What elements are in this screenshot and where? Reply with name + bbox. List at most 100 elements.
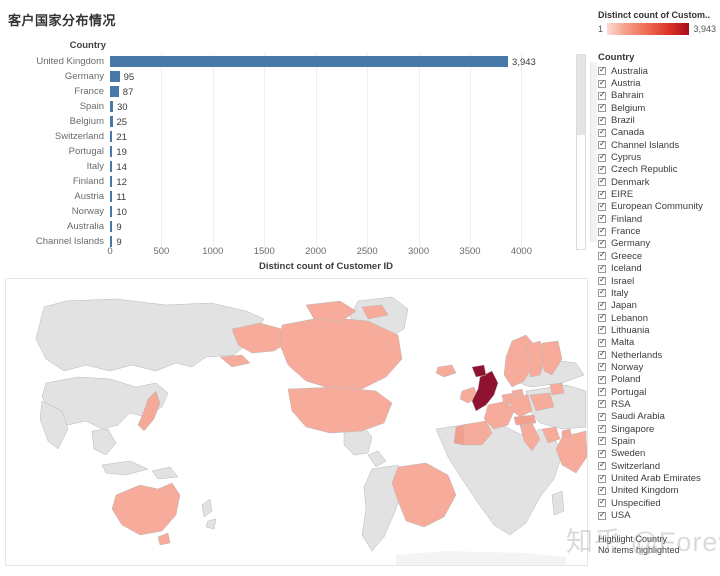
checkbox-checked-icon[interactable]: [598, 448, 606, 458]
country-filter-item[interactable]: Saudi Arabia: [598, 411, 718, 423]
country-filter-item[interactable]: Malta: [598, 337, 718, 349]
checkbox-checked-icon[interactable]: [598, 102, 606, 113]
country-filter-item[interactable]: United Kingdom: [598, 485, 718, 497]
bar-fill[interactable]: [110, 191, 113, 202]
checkbox-checked-icon[interactable]: [598, 398, 606, 409]
checkbox-checked-icon[interactable]: [598, 411, 606, 421]
country-filter-item[interactable]: Australia: [598, 65, 718, 77]
checkbox-checked-icon[interactable]: [598, 349, 606, 360]
country-filter-item[interactable]: Austria: [598, 77, 718, 89]
checkbox-checked-icon[interactable]: [598, 374, 606, 384]
checkbox-checked-icon[interactable]: [598, 189, 606, 199]
checkbox-checked-icon[interactable]: [598, 324, 606, 335]
country-filter-item[interactable]: Finland: [598, 213, 718, 225]
bar-fill[interactable]: [110, 176, 113, 187]
world-map[interactable]: [5, 278, 588, 566]
country-filter-item[interactable]: Norway: [598, 361, 718, 373]
country-filter-item[interactable]: Canada: [598, 127, 718, 139]
country-highlighter[interactable]: Highlight Country No items highlighted: [598, 534, 718, 555]
country-filter-item[interactable]: Italy: [598, 287, 718, 299]
country-filter-item[interactable]: Portugal: [598, 386, 718, 398]
bar-chart-scrollbar[interactable]: [576, 54, 586, 250]
checkbox-checked-icon[interactable]: [598, 386, 606, 397]
country-filter-item[interactable]: Denmark: [598, 176, 718, 188]
checkbox-checked-icon[interactable]: [598, 226, 606, 236]
checkbox-checked-icon[interactable]: [598, 127, 606, 137]
checkbox-checked-icon[interactable]: [598, 473, 606, 483]
checkbox-checked-icon[interactable]: [598, 164, 606, 174]
country-filter-item[interactable]: European Community: [598, 201, 718, 213]
country-filter-item[interactable]: Lebanon: [598, 312, 718, 324]
bar-row[interactable]: Belgium 25: [0, 114, 580, 129]
bar-row[interactable]: Germany 95: [0, 69, 580, 84]
country-filter-item[interactable]: Lithuania: [598, 324, 718, 336]
bar-row[interactable]: Australia 9: [0, 219, 580, 234]
bar-row[interactable]: Switzerland 21: [0, 129, 580, 144]
country-filter-item[interactable]: Japan: [598, 300, 718, 312]
checkbox-checked-icon[interactable]: [598, 250, 606, 261]
country-filter-item[interactable]: Brazil: [598, 114, 718, 126]
checkbox-checked-icon[interactable]: [598, 287, 606, 298]
country-filter-scrollbar[interactable]: [590, 62, 597, 242]
bar-fill[interactable]: [110, 161, 113, 172]
checkbox-checked-icon[interactable]: [598, 78, 606, 88]
bar-fill[interactable]: [110, 86, 119, 97]
checkbox-checked-icon[interactable]: [598, 90, 606, 100]
country-filter-item[interactable]: United Arab Emirates: [598, 472, 718, 484]
checkbox-checked-icon[interactable]: [598, 115, 606, 125]
country-filter-item[interactable]: France: [598, 225, 718, 237]
bar-fill[interactable]: [110, 71, 120, 82]
bar-fill[interactable]: [110, 131, 113, 142]
bar-row[interactable]: France 87: [0, 84, 580, 99]
checkbox-checked-icon[interactable]: [598, 337, 606, 347]
bar-fill[interactable]: [110, 146, 113, 157]
checkbox-checked-icon[interactable]: [598, 460, 606, 471]
country-filter-item[interactable]: Poland: [598, 374, 718, 386]
checkbox-checked-icon[interactable]: [598, 176, 606, 187]
bar-row[interactable]: Portugal 19: [0, 144, 580, 159]
checkbox-checked-icon[interactable]: [598, 497, 606, 508]
country-filter-item[interactable]: Greece: [598, 250, 718, 262]
checkbox-checked-icon[interactable]: [598, 312, 606, 323]
country-filter-item[interactable]: USA: [598, 509, 718, 521]
country-filter-item[interactable]: Unspecified: [598, 497, 718, 509]
country-filter-item[interactable]: Germany: [598, 238, 718, 250]
country-filter-item[interactable]: Spain: [598, 435, 718, 447]
country-filter-item[interactable]: EIRE: [598, 188, 718, 200]
checkbox-checked-icon[interactable]: [598, 65, 606, 76]
bar-fill[interactable]: [110, 56, 509, 67]
country-filter-item[interactable]: Belgium: [598, 102, 718, 114]
checkbox-checked-icon[interactable]: [598, 139, 606, 150]
bar-fill[interactable]: [110, 206, 113, 217]
bar-row[interactable]: Spain 30: [0, 99, 580, 114]
bar-fill[interactable]: [110, 116, 113, 127]
checkbox-checked-icon[interactable]: [598, 201, 606, 211]
bar-fill[interactable]: [110, 101, 114, 112]
country-filter-item[interactable]: Iceland: [598, 263, 718, 275]
checkbox-checked-icon[interactable]: [598, 152, 606, 162]
country-filter-item[interactable]: Czech Republic: [598, 164, 718, 176]
checkbox-checked-icon[interactable]: [598, 238, 606, 248]
country-filter-item[interactable]: Channel Islands: [598, 139, 718, 151]
country-filter-item[interactable]: Switzerland: [598, 460, 718, 472]
country-filter-item[interactable]: Israel: [598, 275, 718, 287]
bar-row[interactable]: Finland 12: [0, 174, 580, 189]
checkbox-checked-icon[interactable]: [598, 485, 606, 495]
bar-row[interactable]: Austria 11: [0, 189, 580, 204]
checkbox-checked-icon[interactable]: [598, 275, 606, 286]
bar-row[interactable]: Norway 10: [0, 204, 580, 219]
checkbox-checked-icon[interactable]: [598, 300, 606, 310]
bar-fill[interactable]: [110, 221, 113, 232]
country-filter-item[interactable]: RSA: [598, 398, 718, 410]
country-filter-item[interactable]: Netherlands: [598, 349, 718, 361]
bar-row[interactable]: United Kingdom 3,943: [0, 54, 580, 69]
checkbox-checked-icon[interactable]: [598, 361, 606, 372]
bar-row[interactable]: Italy 14: [0, 159, 580, 174]
checkbox-checked-icon[interactable]: [598, 435, 606, 446]
checkbox-checked-icon[interactable]: [598, 510, 606, 520]
country-filter-item[interactable]: Cyprus: [598, 151, 718, 163]
bar-chart-scrollbar-thumb[interactable]: [577, 55, 585, 135]
checkbox-checked-icon[interactable]: [598, 263, 606, 273]
checkbox-checked-icon[interactable]: [598, 423, 606, 434]
country-filter-item[interactable]: Singapore: [598, 423, 718, 435]
